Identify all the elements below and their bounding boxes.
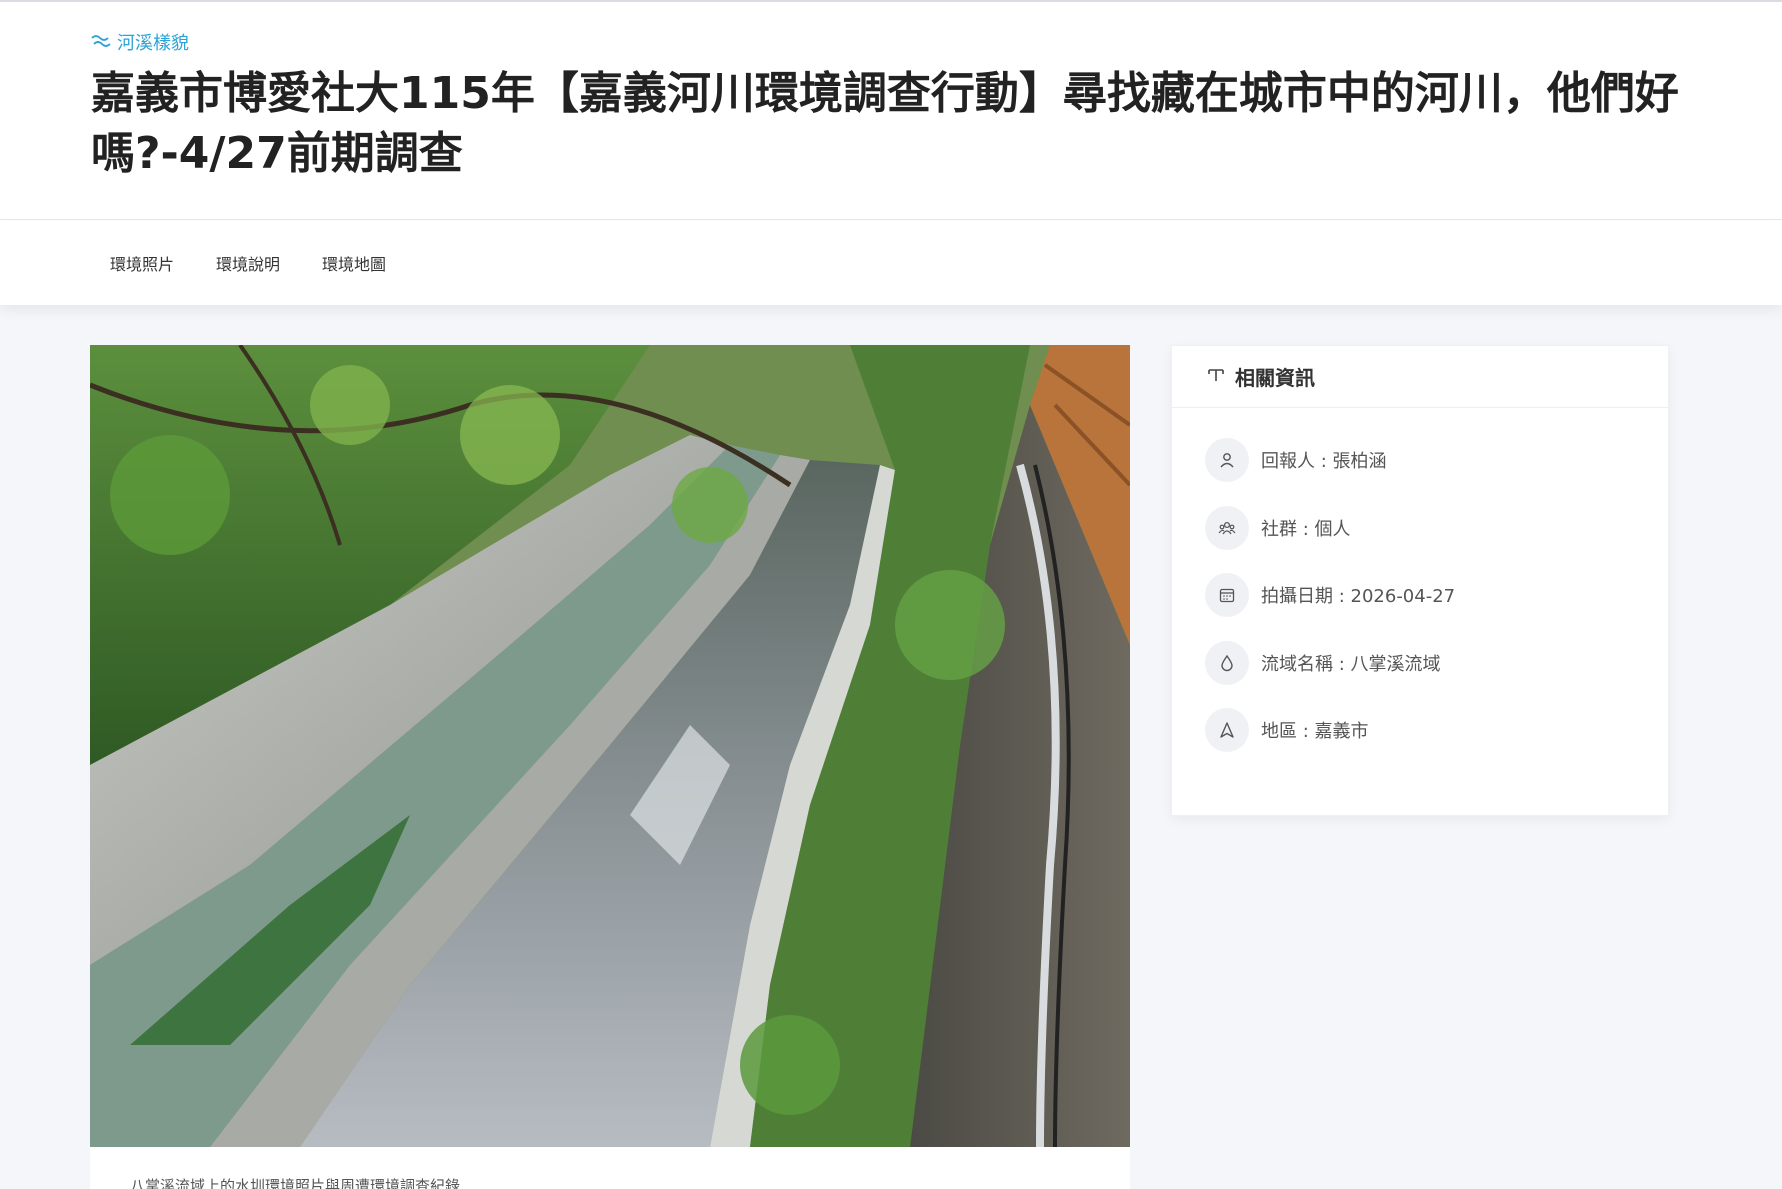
related-info-title: 相關資訊 <box>1235 366 1315 390</box>
tab-photos[interactable]: 環境照片 <box>110 251 174 275</box>
tab-description[interactable]: 環境說明 <box>216 251 280 275</box>
info-item-basin: 流域名稱 : 八掌溪流域 <box>1205 640 1668 685</box>
info-list: 回報人 : 張柏涵 社群 : 個人 拍攝日期 : 2026-04-27 流域名稱… <box>1172 408 1668 752</box>
tab-map[interactable]: 環境地圖 <box>322 251 386 275</box>
photo-caption: 八掌溪流域上的水圳環境照片與周遭環境調查紀錄 <box>130 1177 461 1189</box>
page-title: 嘉義市博愛社大115年【嘉義河川環境調查行動】尋找藏在城市中的河川，他們好嗎?-… <box>91 68 1679 179</box>
user-icon <box>1205 438 1249 482</box>
category-link[interactable]: 河溪樣貌 <box>91 30 1782 54</box>
location-arrow-icon <box>1205 708 1249 752</box>
river-icon <box>91 32 111 53</box>
photo-card: 八掌溪流域上的水圳環境照片與周遭環境調查紀錄 <box>90 345 1130 1189</box>
tab-bar: 環境照片 環境說明 環境地圖 <box>0 220 1782 305</box>
group-icon <box>1205 505 1249 550</box>
pin-icon <box>1207 365 1225 389</box>
calendar-icon <box>1205 573 1249 617</box>
info-item-reporter: 回報人 : 張柏涵 <box>1205 438 1668 482</box>
environment-photo[interactable] <box>90 345 1130 1147</box>
date-label: 拍攝日期 : 2026-04-27 <box>1261 586 1456 607</box>
region-label: 地區 : 嘉義市 <box>1261 721 1369 742</box>
page-header: 河溪樣貌 嘉義市博愛社大115年【嘉義河川環境調查行動】尋找藏在城市中的河川，他… <box>0 2 1782 220</box>
water-drop-icon <box>1205 640 1249 685</box>
info-item-region: 地區 : 嘉義市 <box>1205 708 1668 752</box>
basin-label: 流域名稱 : 八掌溪流域 <box>1261 653 1441 675</box>
category-label: 河溪樣貌 <box>117 33 189 54</box>
related-info-card: 相關資訊 回報人 : 張柏涵 社群 : 個人 拍攝日期 : 2026-04-27 <box>1171 345 1669 816</box>
info-item-community: 社群 : 個人 <box>1205 505 1668 550</box>
community-label: 社群 : 個人 <box>1261 518 1351 540</box>
info-item-date: 拍攝日期 : 2026-04-27 <box>1205 573 1668 617</box>
related-info-header: 相關資訊 <box>1172 346 1668 408</box>
reporter-label: 回報人 : 張柏涵 <box>1261 451 1387 472</box>
